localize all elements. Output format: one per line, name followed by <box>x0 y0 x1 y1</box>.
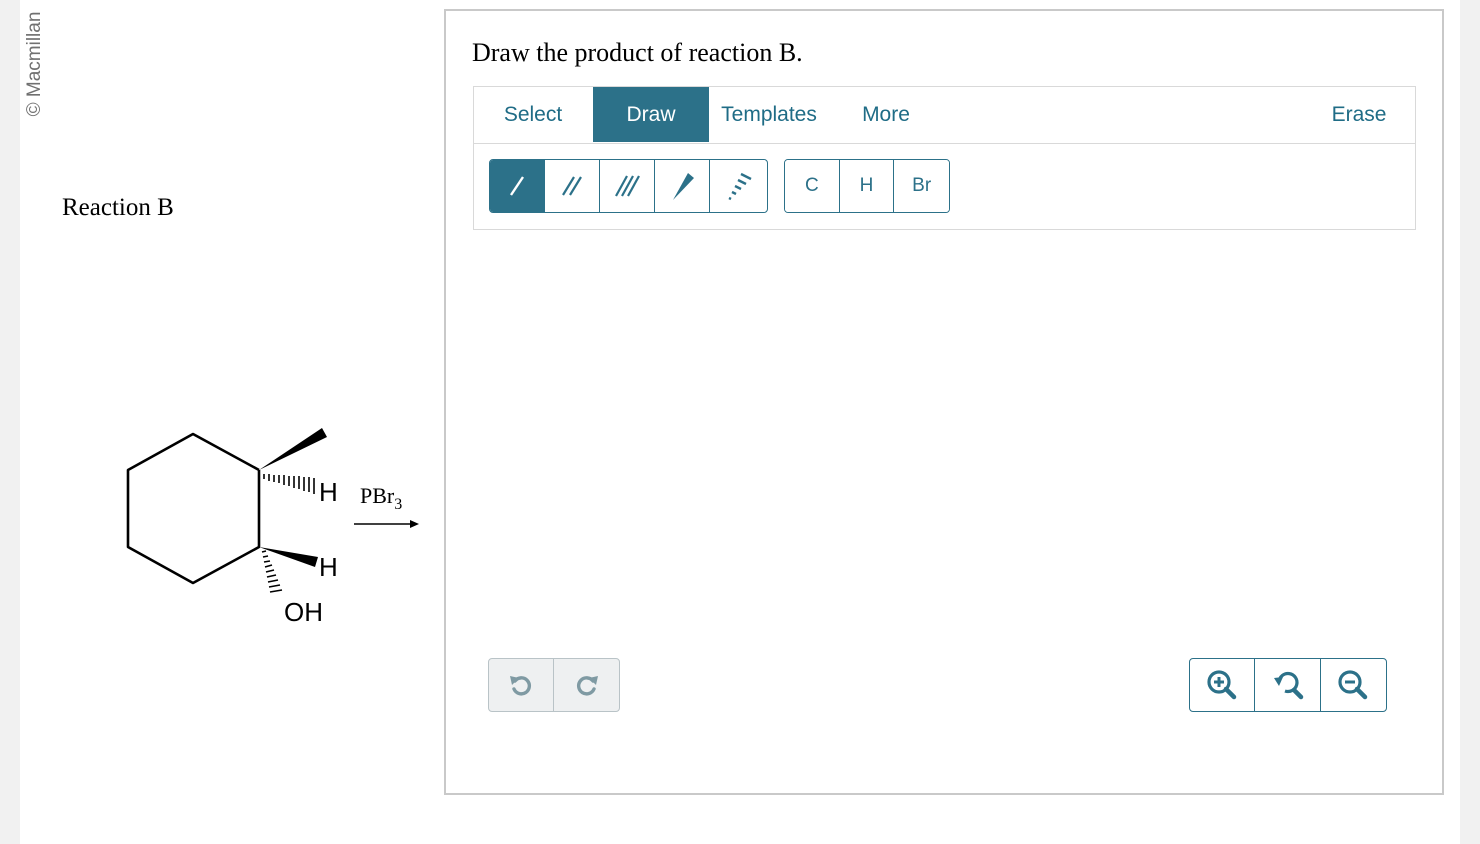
editor-tab-bar: Select Draw Templates More Erase <box>474 87 1415 144</box>
reaction-scheme: H H OH PBr3 <box>126 428 419 627</box>
top-h-label: H <box>319 477 338 507</box>
undo-icon <box>510 676 531 696</box>
left-margin <box>0 0 20 844</box>
oh-label-text: OH <box>284 597 323 627</box>
atom-h-button[interactable]: H <box>839 160 895 212</box>
top-hashed-bond <box>263 474 315 494</box>
bottom-h-label: H <box>319 552 338 582</box>
reaction-arrowhead <box>410 520 419 528</box>
reagent-label: PBr3 <box>360 483 402 513</box>
tab-draw[interactable]: Draw <box>593 87 709 142</box>
zoom-out-button[interactable] <box>1321 659 1386 711</box>
hashed-wedge-bond-icon <box>727 172 752 201</box>
double-bond-icon <box>562 176 582 196</box>
erase-button[interactable]: Erase <box>1320 87 1398 142</box>
history-button-group <box>488 658 620 712</box>
tab-select[interactable]: Select <box>474 87 592 142</box>
reagent-main: PBr <box>360 483 395 508</box>
atom-tool-group: C H Br <box>784 159 950 213</box>
single-bond-icon <box>510 176 524 196</box>
draw-tool-row: C H Br <box>474 144 1415 230</box>
tab-templates[interactable]: Templates <box>710 87 828 142</box>
single-bond-button[interactable] <box>490 160 545 212</box>
methyl-wedge-bond <box>259 428 327 470</box>
right-scroll-track <box>1460 0 1480 844</box>
atom-c-button[interactable]: C <box>785 160 840 212</box>
reset-zoom-icon <box>1273 671 1303 700</box>
triple-bond-icon <box>615 175 640 197</box>
drawing-canvas[interactable] <box>474 232 1416 652</box>
zoom-in-icon <box>1207 670 1237 700</box>
wedge-bond-button[interactable] <box>655 160 710 212</box>
redo-button[interactable] <box>554 659 619 711</box>
zoom-in-button[interactable] <box>1190 659 1256 711</box>
reaction-title: Reaction B <box>62 194 174 221</box>
atom-br-button[interactable]: Br <box>894 160 949 212</box>
reagent-subscript: 3 <box>394 496 402 513</box>
tab-more[interactable]: More <box>840 87 932 142</box>
bottom-wedge-bond <box>259 547 318 567</box>
bond-tool-group <box>489 159 768 213</box>
oh-label: OH <box>284 597 323 627</box>
atom-c-label: C <box>804 175 819 196</box>
copyright-text: © Macmillan <box>24 11 45 117</box>
zoom-button-group <box>1189 658 1387 712</box>
zoom-out-icon <box>1338 670 1368 700</box>
hashed-wedge-bond-button[interactable] <box>710 160 765 212</box>
oh-hashed-bond <box>261 550 283 593</box>
cyclohexane-ring <box>126 432 261 585</box>
atom-br-label: Br <box>912 175 932 196</box>
drawing-editor-toolbar: Select Draw Templates More Erase C H Br <box>473 86 1416 230</box>
redo-icon <box>576 676 598 696</box>
double-bond-button[interactable] <box>545 160 600 212</box>
atom-h-label: H <box>859 175 874 196</box>
triple-bond-button[interactable] <box>600 160 655 212</box>
undo-button[interactable] <box>489 659 554 711</box>
question-text: Draw the product of reaction B. <box>472 38 803 67</box>
copyright-notice: © Macmillan <box>22 4 48 124</box>
wedge-bond-icon <box>673 173 694 200</box>
reset-zoom-button[interactable] <box>1255 659 1321 711</box>
